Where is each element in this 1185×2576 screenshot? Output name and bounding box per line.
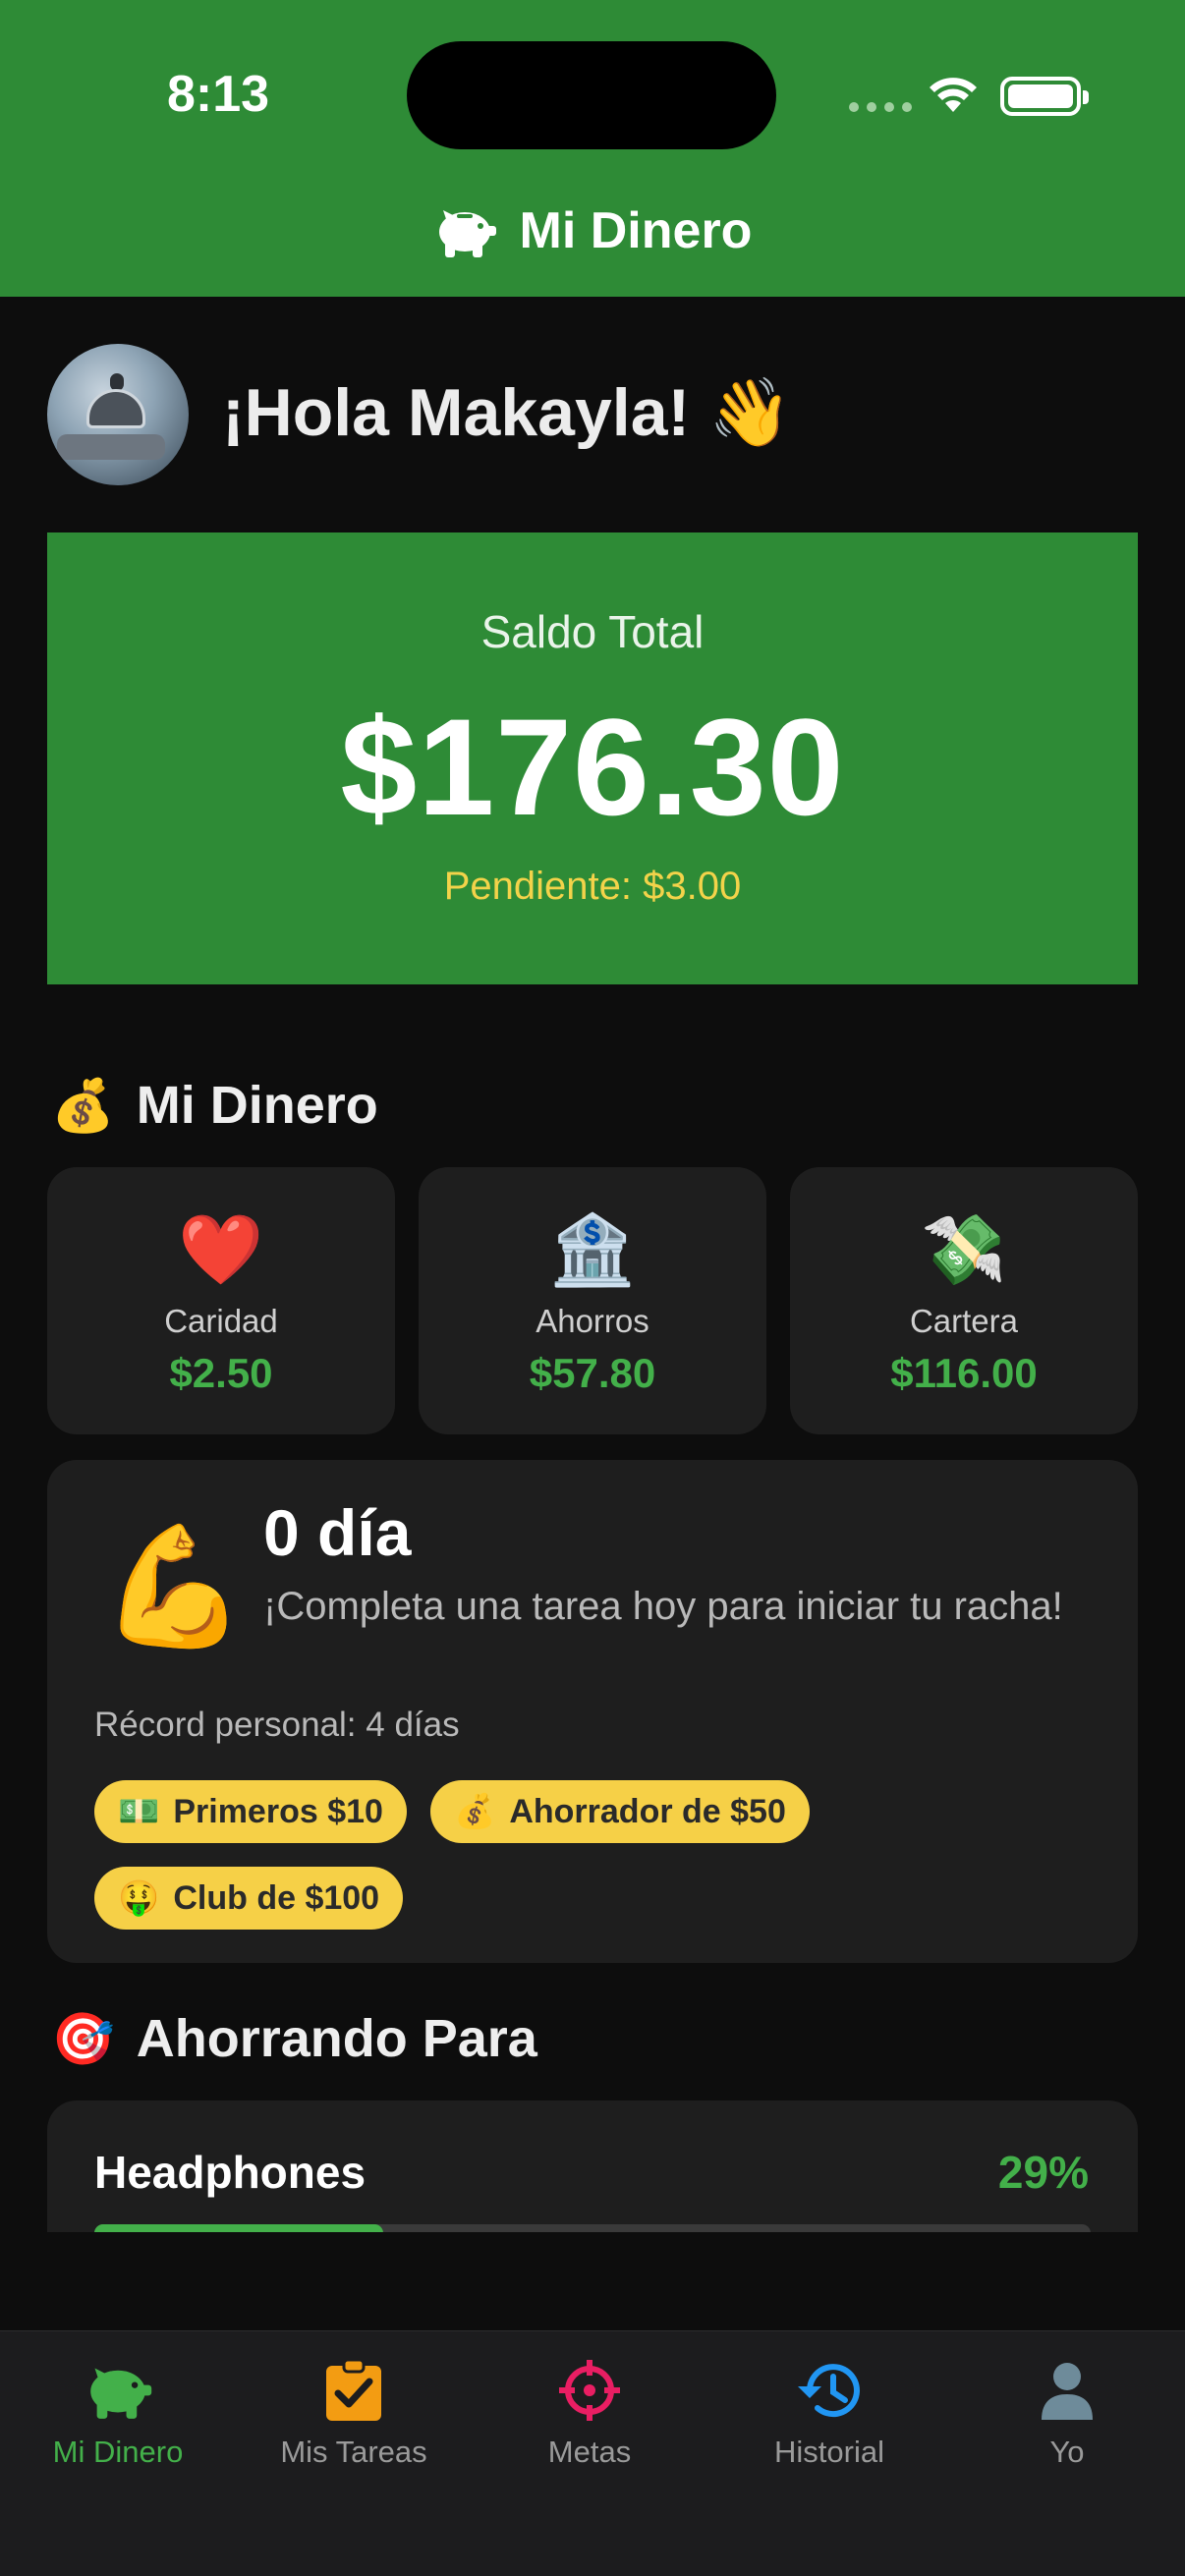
- money-box-label: Ahorros: [536, 1303, 649, 1339]
- badge-label: Club de $100: [173, 1878, 380, 1917]
- badge-club-100: 🤑 Club de $100: [94, 1867, 404, 1930]
- piggy-bank-icon: [90, 2368, 152, 2419]
- money-wings-icon: 💸: [921, 1211, 1007, 1288]
- target-icon: 🎯: [51, 2010, 115, 2068]
- goal-card-headphones[interactable]: Headphones 29%: [47, 2100, 1138, 2232]
- tab-label: Metas: [547, 2435, 632, 2469]
- dynamic-island: [407, 41, 776, 149]
- bank-icon: 🏦: [549, 1211, 636, 1288]
- history-icon: [798, 2364, 860, 2418]
- header-title: Mi Dinero: [519, 202, 753, 259]
- goal-percent: 29%: [997, 2147, 1089, 2198]
- balance-amount: $176.30: [340, 690, 845, 844]
- money-box-value: $116.00: [890, 1350, 1038, 1396]
- balance-label: Saldo Total: [480, 606, 705, 657]
- clipboard-check-icon: [326, 2358, 381, 2421]
- goals-section-title: 🎯 Ahorrando Para: [51, 2008, 537, 2069]
- tab-mi-dinero[interactable]: Mi Dinero: [0, 2354, 236, 2470]
- money-box-label: Cartera: [909, 1303, 1019, 1339]
- person-icon: [1042, 2363, 1093, 2420]
- badge-label: Primeros $10: [173, 1792, 383, 1830]
- streak-card: 💪 0 día ¡Completa una tarea hoy para ini…: [47, 1460, 1138, 1963]
- heart-icon: ❤️: [178, 1211, 264, 1288]
- flexed-biceps-icon: 💪: [100, 1521, 248, 1652]
- status-time: 8:13: [167, 66, 270, 123]
- avatar[interactable]: [47, 344, 189, 485]
- money-box-ahorros[interactable]: 🏦 Ahorros $57.80: [419, 1167, 766, 1434]
- cellular-signal-icon: [849, 102, 912, 112]
- wifi-icon: [930, 78, 977, 112]
- money-box-value: $57.80: [529, 1350, 656, 1396]
- goal-progress-fill: [94, 2224, 384, 2232]
- money-box-value: $2.50: [169, 1350, 273, 1396]
- tab-label: Mis Tareas: [280, 2435, 427, 2469]
- header: Mi Dinero: [0, 201, 1185, 260]
- tab-metas[interactable]: Metas: [472, 2354, 707, 2470]
- pending-amount: Pendiente: $3.00: [443, 865, 742, 908]
- piggy-bank-icon: [438, 210, 496, 257]
- streak-days: 0 día: [263, 1496, 412, 1569]
- streak-message: ¡Completa una tarea hoy para iniciar tu …: [263, 1585, 1063, 1628]
- money-mouth-face-icon: 🤑: [118, 1879, 160, 1917]
- money-section-title: 💰 Mi Dinero: [51, 1075, 378, 1136]
- section-title-text: Mi Dinero: [136, 1076, 378, 1135]
- money-bag-icon: 💰: [454, 1793, 496, 1830]
- tab-label: Mi Dinero: [52, 2435, 184, 2469]
- dollar-bill-icon: 💵: [118, 1793, 160, 1830]
- tab-yo[interactable]: Yo: [949, 2354, 1185, 2470]
- money-bag-icon: 💰: [51, 1077, 115, 1135]
- section-title-text: Ahorrando Para: [136, 2009, 537, 2068]
- crosshair-icon: [559, 2360, 620, 2421]
- money-box-cartera[interactable]: 💸 Cartera $116.00: [790, 1167, 1138, 1434]
- tab-mis-tareas[interactable]: Mis Tareas: [236, 2354, 472, 2470]
- tab-historial[interactable]: Historial: [711, 2354, 947, 2470]
- personal-record: Récord personal: 4 días: [94, 1706, 460, 1744]
- goal-progress-track: [94, 2224, 1091, 2232]
- badge-label: Ahorrador de $50: [509, 1792, 786, 1830]
- badge-primeros-10: 💵 Primeros $10: [94, 1780, 407, 1843]
- money-box-label: Caridad: [164, 1303, 278, 1339]
- money-box-caridad[interactable]: ❤️ Caridad $2.50: [47, 1167, 395, 1434]
- badge-ahorrador-50: 💰 Ahorrador de $50: [430, 1780, 810, 1843]
- tab-label: Historial: [774, 2435, 884, 2469]
- tab-label: Yo: [1049, 2435, 1085, 2469]
- battery-icon: [1000, 77, 1089, 116]
- goal-name: Headphones: [94, 2147, 367, 2198]
- greeting-text: ¡Hola Makayla! 👋: [222, 375, 792, 450]
